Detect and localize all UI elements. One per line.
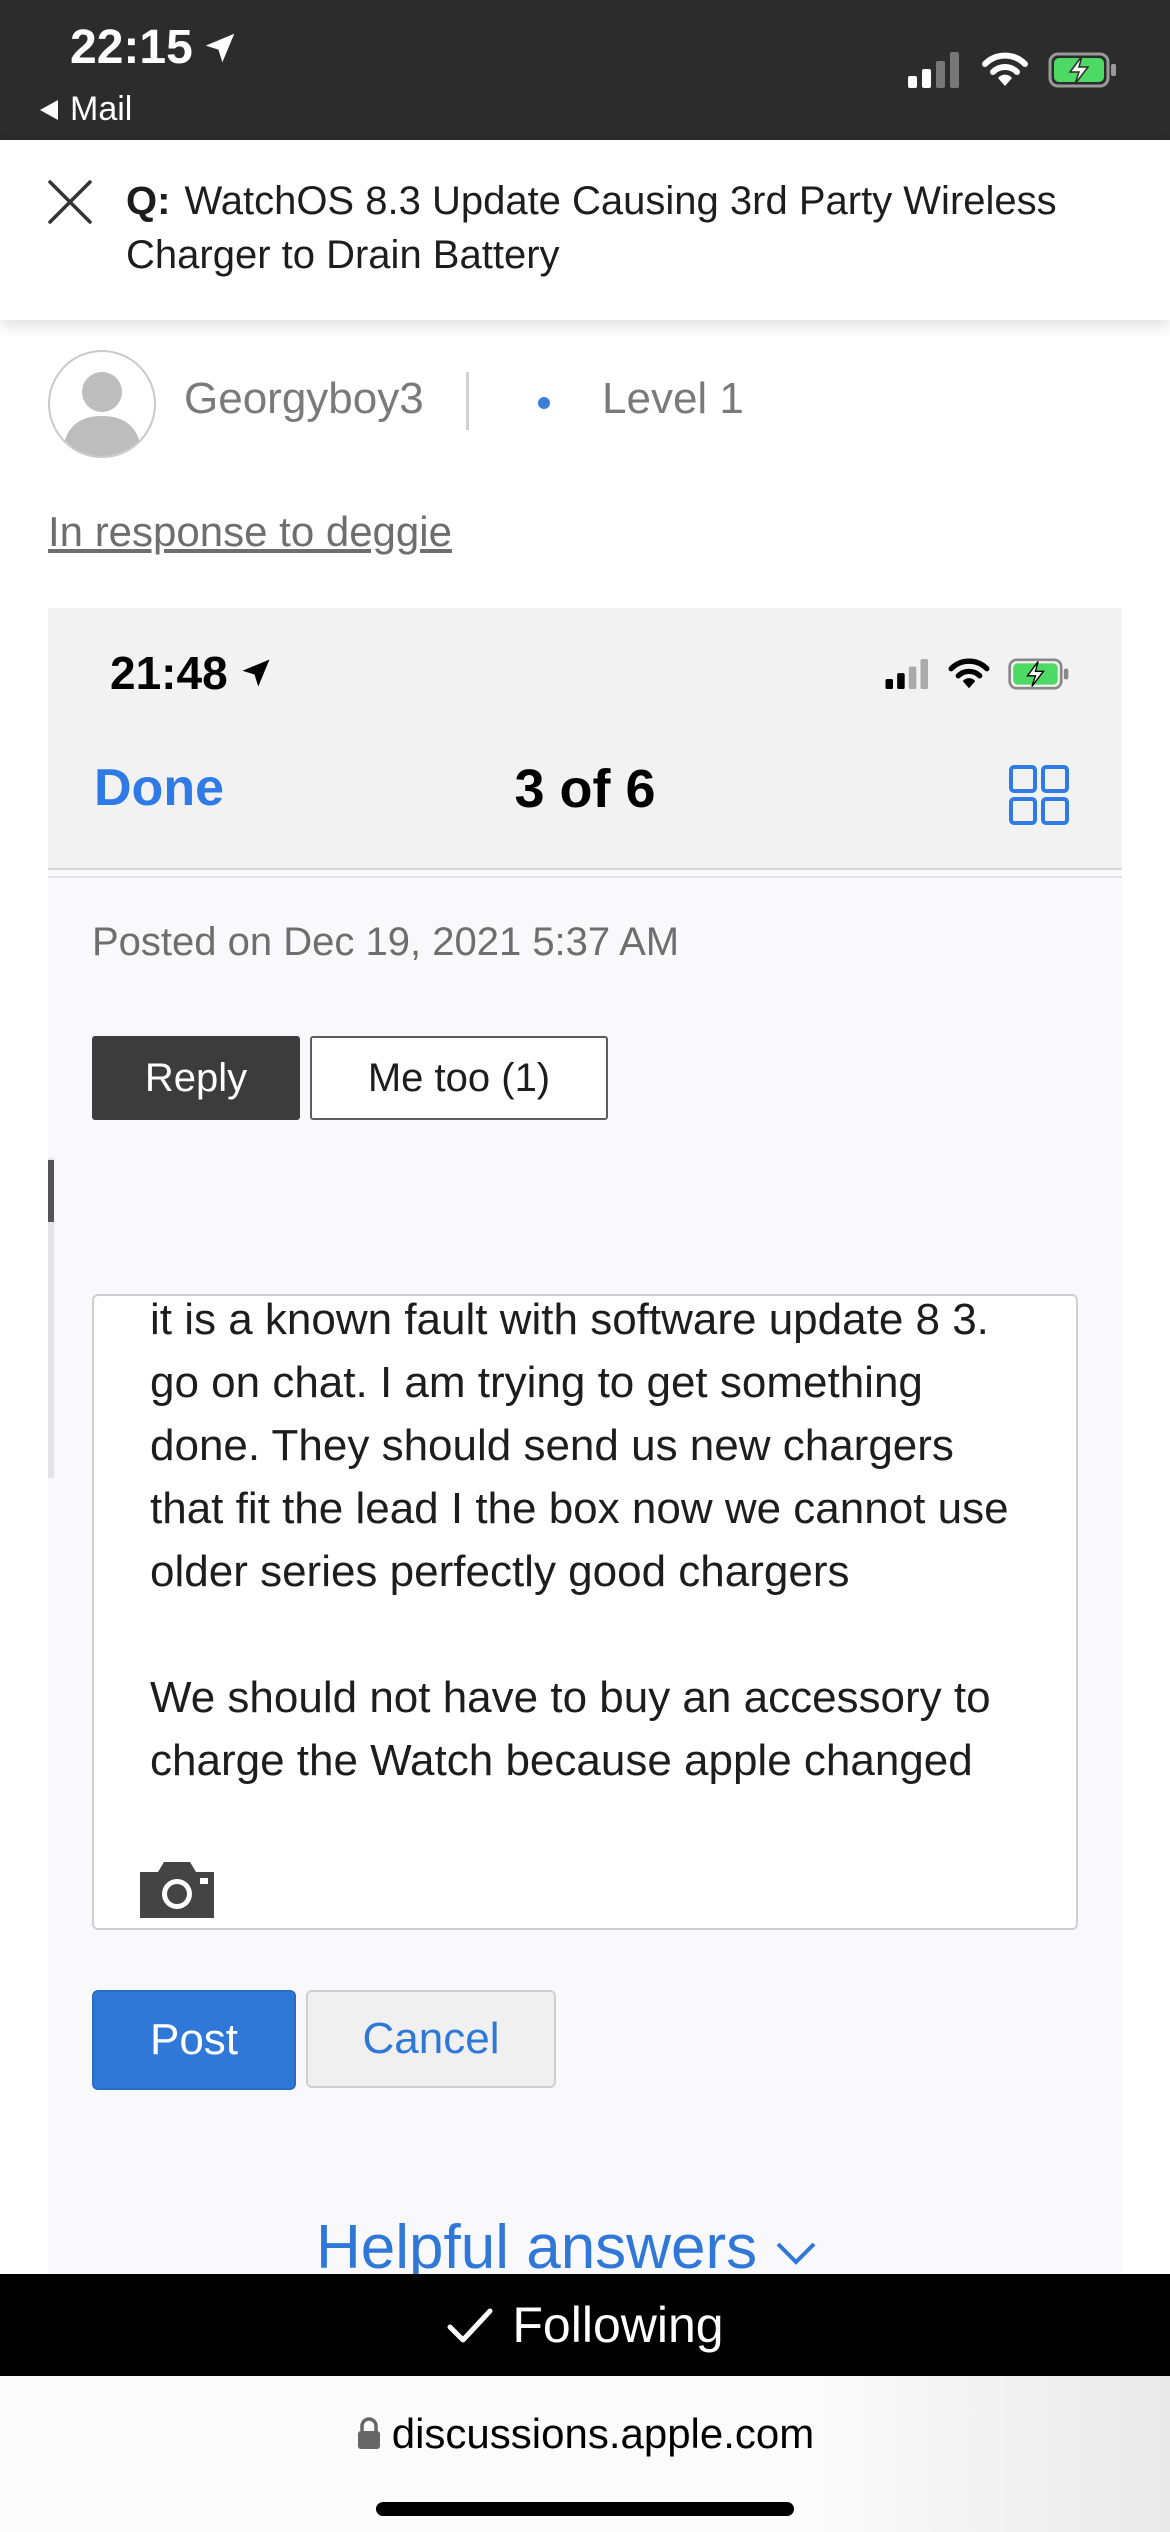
lock-icon [357,2417,380,2449]
embedded-time: 21:48 [110,647,228,699]
in-response-link[interactable]: In response to deggie [48,508,452,556]
helpful-answers-link[interactable]: Helpful answers [316,2212,818,2274]
textarea-footer [94,1832,1076,1928]
following-button[interactable]: Following [0,2274,1170,2376]
wifi-icon [982,52,1028,86]
embedded-status-bar: 21:48 [48,608,1122,728]
edge-mark [48,1160,54,1222]
post-button[interactable]: Post [92,1990,296,2090]
question-header: Q: WatchOS 8.3 Update Causing 3rd Party W… [0,140,1170,320]
reply-textarea[interactable]: it is a known fault with software update… [92,1294,1078,1930]
default-avatar-icon [62,372,142,456]
embedded-status-icons [884,658,1072,690]
location-arrow-icon [242,659,270,687]
chevron-down-icon [776,2242,816,2265]
camera-icon[interactable] [134,1856,220,1922]
wifi-icon [948,658,990,689]
author-divider [466,372,469,430]
embedded-screenshot: 21:48 3 of 6 Done Posted on Dec 19, 2021… [48,608,1122,2274]
divider [48,876,1122,878]
signal-icon [908,52,959,88]
browser-url-bar: discussions.apple.com [0,2376,1170,2532]
question-prefix: Q: [126,179,171,223]
reply-text: it is a known fault with software update… [150,1295,1009,1785]
status-icons [908,52,1118,88]
status-time-group: 22:15 [70,20,239,75]
back-to-mail-button[interactable]: Mail [38,90,132,129]
embedded-nav-bar: 3 of 6 Done [48,728,1122,870]
status-bar: 22:15 Mail [0,0,1170,140]
helpful-answers-label: Helpful answers [316,2213,758,2274]
checkmark-icon [447,2308,493,2343]
location-arrow-icon [205,33,235,62]
level-dot-icon [538,397,550,409]
done-button[interactable]: Done [94,758,224,818]
embedded-time-group: 21:48 [110,646,274,700]
posted-date: Posted on Dec 19, 2021 5:37 AM [92,920,680,964]
grid-view-icon[interactable] [1008,764,1070,826]
me-too-button[interactable]: Me too (1) [310,1036,608,1120]
cancel-button[interactable]: Cancel [306,1990,556,2088]
reply-button[interactable]: Reply [92,1036,300,1120]
question-title: Q: WatchOS 8.3 Update Causing 3rd Party W… [126,174,1086,282]
back-label: Mail [70,90,133,128]
avatar[interactable] [48,350,156,458]
battery-charging-icon [1008,658,1069,690]
home-indicator[interactable] [376,2502,794,2516]
following-label: Following [512,2297,724,2353]
back-triangle-icon [40,99,58,120]
battery-charging-icon [1048,52,1116,88]
url-text: discussions.apple.com [391,2410,815,2457]
author-level: Level 1 [602,374,744,423]
close-icon[interactable] [44,176,96,228]
author-name[interactable]: Georgyboy3 [184,374,424,424]
url-display[interactable]: discussions.apple.com [0,2410,1170,2458]
status-time: 22:15 [70,21,193,74]
signal-icon [885,659,928,689]
question-title-text: WatchOS 8.3 Update Causing 3rd Party Wir… [126,179,1057,277]
